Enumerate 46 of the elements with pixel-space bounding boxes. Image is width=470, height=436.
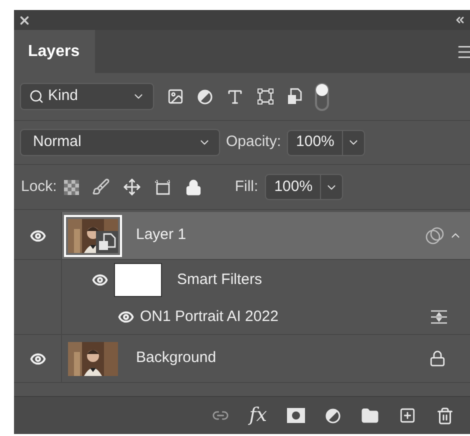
layers-tab[interactable]: Layers <box>14 30 95 73</box>
blend-mode-label: Normal <box>33 132 82 152</box>
visibility-toggle[interactable] <box>92 272 108 288</box>
visibility-toggle[interactable] <box>118 309 134 325</box>
eye-icon <box>30 350 46 366</box>
opacity-label: Opacity: <box>226 132 282 152</box>
layer-name: Background <box>136 348 218 368</box>
new-layer-icon[interactable] <box>399 407 416 424</box>
fx-button[interactable]: fx <box>249 401 267 430</box>
smart-filters-label: Smart Filters <box>177 270 262 290</box>
fill-label: Fill: <box>234 176 258 197</box>
filter-toggle[interactable] <box>315 82 329 110</box>
blending-options-icon[interactable] <box>430 310 448 324</box>
mask-icon[interactable] <box>287 408 305 423</box>
eye-icon <box>92 272 108 288</box>
type-icon[interactable] <box>226 88 244 106</box>
collapse-icon[interactable] <box>454 14 466 26</box>
eye-icon <box>118 309 134 325</box>
lock-icon[interactable] <box>429 350 446 367</box>
trash-icon[interactable] <box>436 406 454 424</box>
visibility-toggle[interactable] <box>30 350 46 366</box>
adjustment-layer-icon[interactable] <box>325 408 341 424</box>
move-icon[interactable] <box>122 178 141 196</box>
brush-icon[interactable] <box>92 178 110 196</box>
transform-icon[interactable] <box>257 88 274 105</box>
search-icon <box>29 89 44 104</box>
overlapping-circles-icon <box>425 226 445 244</box>
lock-icon[interactable] <box>184 178 202 196</box>
image-icon[interactable] <box>167 88 184 105</box>
lock-label: Lock: <box>21 176 57 197</box>
folder-icon[interactable] <box>361 406 379 424</box>
layer-row[interactable]: Layer 1 <box>61 212 470 259</box>
smart-object-icon[interactable] <box>287 88 302 105</box>
blend-mode-dropdown[interactable]: Normal <box>20 129 220 156</box>
eye-icon <box>30 228 46 244</box>
kind-label: Kind <box>48 86 80 106</box>
adjustment-icon[interactable] <box>197 88 213 104</box>
visibility-toggle[interactable] <box>30 228 46 244</box>
artboard-icon[interactable] <box>154 178 172 196</box>
smart-object-badge-icon <box>96 230 118 252</box>
layer-name: Layer 1 <box>136 225 188 246</box>
close-icon[interactable] <box>18 14 31 26</box>
kind-dropdown[interactable]: Kind <box>20 83 154 110</box>
checkerboard-icon[interactable] <box>64 180 79 194</box>
filter-mask-thumbnail <box>114 263 162 297</box>
filter-name: ON1 Portrait AI 2022 <box>140 306 280 327</box>
